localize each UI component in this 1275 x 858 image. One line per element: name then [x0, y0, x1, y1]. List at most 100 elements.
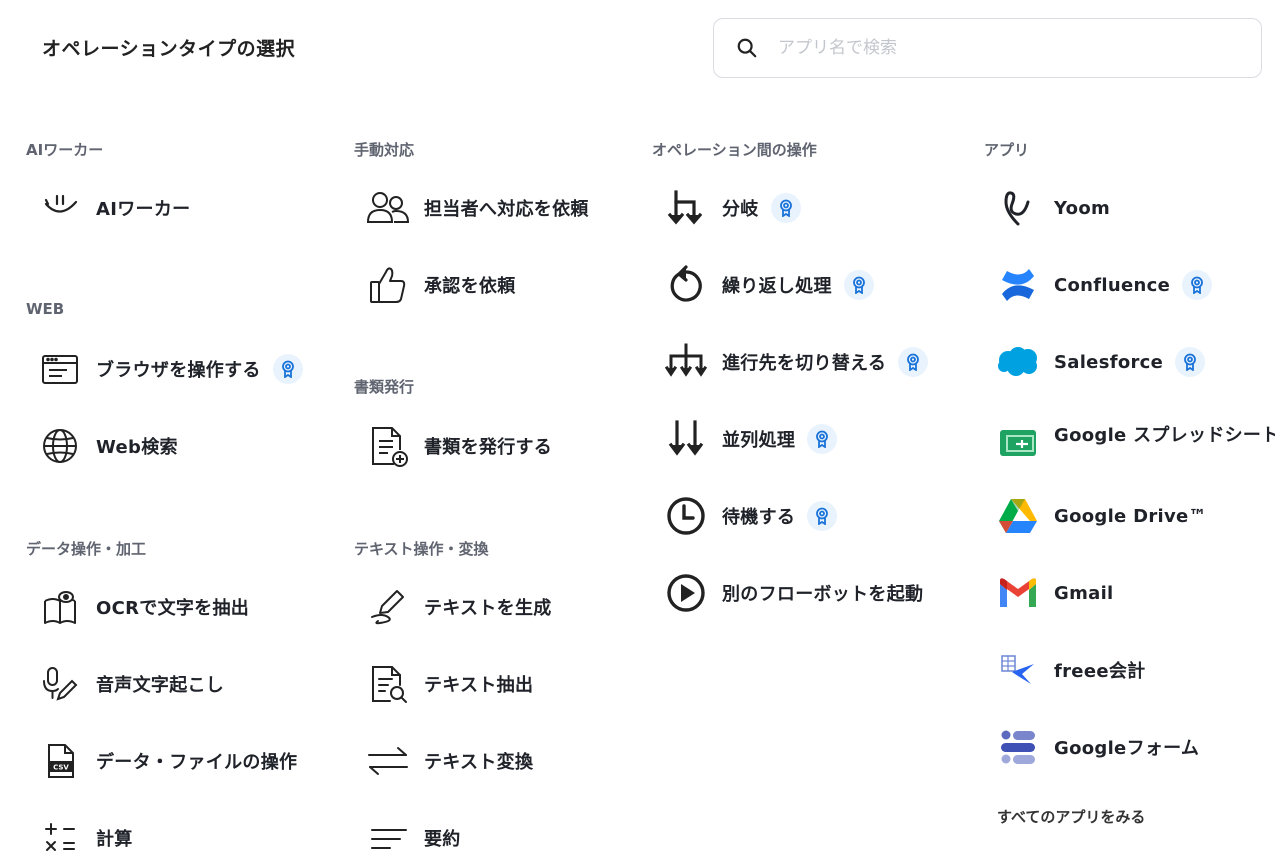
app-confluence[interactable]: Confluence: [996, 260, 1213, 310]
browser-icon: [38, 347, 82, 391]
op-label: AIワーカー: [96, 199, 191, 220]
op-issue-document[interactable]: 書類を発行する: [366, 421, 552, 471]
premium-badge-icon: [770, 193, 801, 223]
op-label: Web検索: [96, 437, 178, 458]
svg-text:CSV: CSV: [53, 764, 69, 772]
swap-arrows-icon: [366, 739, 410, 783]
gmail-logo-icon: [996, 571, 1040, 615]
premium-badge-icon: [272, 354, 303, 384]
premium-badge-icon: [1175, 347, 1206, 377]
calculator-icon: [38, 816, 82, 858]
page-title: オペレーションタイプの選択: [42, 38, 296, 60]
op-calculate[interactable]: 計算: [38, 813, 133, 858]
app-label: Salesforce: [1054, 351, 1164, 373]
section-title-ai: AIワーカー: [26, 141, 104, 159]
op-branch[interactable]: 分岐: [664, 183, 801, 233]
app-label: Google Drive™: [1054, 505, 1207, 527]
google-sheets-logo-icon: [996, 421, 1040, 465]
app-freee[interactable]: freee会計: [996, 645, 1145, 695]
op-label: 承認を依頼: [424, 276, 516, 297]
premium-badge-icon: [898, 347, 929, 377]
section-title-web: WEB: [26, 300, 65, 318]
op-label: 担当者へ対応を依頼: [424, 199, 589, 220]
yoom-logo-icon: [996, 186, 1040, 230]
app-label: Googleフォーム: [1054, 738, 1200, 759]
section-title-docs: 書類発行: [354, 378, 415, 396]
pen-icon: [366, 585, 410, 629]
section-title-apps: アプリ: [984, 141, 1030, 159]
op-label: 並列処理: [722, 430, 796, 451]
app-label: Confluence: [1054, 274, 1171, 296]
op-transcription[interactable]: 音声文字起こし: [38, 659, 224, 709]
play-icon: [664, 571, 708, 615]
op-label: 要約: [424, 829, 461, 850]
switch-route-icon: [664, 340, 708, 384]
op-start-flowbot[interactable]: 別のフローボットを起動: [664, 568, 923, 618]
section-title-data: データ操作・加工: [26, 540, 147, 558]
see-all-apps-link[interactable]: すべてのアプリをみる: [997, 806, 1145, 827]
app-label: Yoom: [1054, 197, 1111, 219]
op-label: ブラウザを操作する: [96, 360, 261, 381]
app-google-sheets[interactable]: Google スプレッドシート: [996, 409, 1275, 459]
section-title-ops: オペレーション間の操作: [652, 141, 817, 159]
csv-file-icon: CSV: [38, 739, 82, 783]
op-switch-route[interactable]: 進行先を切り替える: [664, 337, 929, 387]
section-title-manual: 手動対応: [354, 141, 415, 159]
op-label: データ・ファイルの操作: [96, 752, 298, 773]
op-label: 別のフローボットを起動: [722, 584, 924, 605]
op-parallel[interactable]: 並列処理: [664, 414, 838, 464]
document-add-icon: [366, 424, 410, 468]
op-data-file[interactable]: CSV データ・ファイルの操作: [38, 736, 297, 786]
op-extract-text[interactable]: テキスト抽出: [366, 659, 533, 709]
op-request-assignee[interactable]: 担当者へ対応を依頼: [366, 183, 589, 233]
op-label: 音声文字起こし: [96, 675, 225, 696]
app-salesforce[interactable]: Salesforce: [996, 337, 1206, 387]
app-label: Gmail: [1054, 582, 1114, 604]
section-title-text: テキスト操作・変換: [354, 540, 489, 558]
op-ocr[interactable]: OCRで文字を抽出: [38, 582, 249, 632]
op-label: OCRで文字を抽出: [96, 598, 250, 619]
summary-lines-icon: [366, 816, 410, 858]
premium-badge-icon: [1182, 270, 1213, 300]
op-ai-worker[interactable]: AIワーカー: [38, 183, 190, 233]
search-box[interactable]: [713, 18, 1262, 78]
app-google-drive[interactable]: Google Drive™: [996, 491, 1207, 541]
op-label: 繰り返し処理: [722, 276, 832, 297]
premium-badge-icon: [843, 270, 874, 300]
premium-badge-icon: [807, 501, 838, 531]
op-wait[interactable]: 待機する: [664, 491, 838, 541]
loop-icon: [664, 263, 708, 307]
search-input[interactable]: [778, 38, 1218, 58]
op-request-approval[interactable]: 承認を依頼: [366, 260, 516, 310]
op-label: テキストを生成: [424, 598, 552, 619]
op-label: 書類を発行する: [424, 437, 553, 458]
app-gmail[interactable]: Gmail: [996, 568, 1114, 618]
confluence-logo-icon: [996, 263, 1040, 307]
ai-worker-icon: [38, 186, 82, 230]
search-icon: [737, 38, 757, 58]
thumbs-up-icon: [366, 263, 410, 307]
app-yoom[interactable]: Yoom: [996, 183, 1110, 233]
branch-icon: [664, 186, 708, 230]
premium-badge-icon: [807, 424, 838, 454]
app-google-forms[interactable]: Googleフォーム: [996, 722, 1199, 772]
op-convert-text[interactable]: テキスト変換: [366, 736, 533, 786]
google-forms-logo-icon: [996, 725, 1040, 769]
op-label: 待機する: [722, 507, 796, 528]
op-label: テキスト変換: [424, 752, 534, 773]
op-label: 計算: [96, 829, 133, 850]
ocr-book-icon: [38, 585, 82, 629]
parallel-icon: [664, 417, 708, 461]
freee-logo-icon: [996, 648, 1040, 692]
people-icon: [366, 186, 410, 230]
op-browser[interactable]: ブラウザを操作する: [38, 344, 303, 394]
op-label: テキスト抽出: [424, 675, 534, 696]
op-web-search[interactable]: Web検索: [38, 421, 178, 471]
op-generate-text[interactable]: テキストを生成: [366, 582, 552, 632]
op-label: 分岐: [722, 199, 759, 220]
op-summarize[interactable]: 要約: [366, 813, 461, 858]
globe-icon: [38, 424, 82, 468]
document-search-icon: [366, 662, 410, 706]
op-loop[interactable]: 繰り返し処理: [664, 260, 874, 310]
op-label: 進行先を切り替える: [722, 353, 887, 374]
